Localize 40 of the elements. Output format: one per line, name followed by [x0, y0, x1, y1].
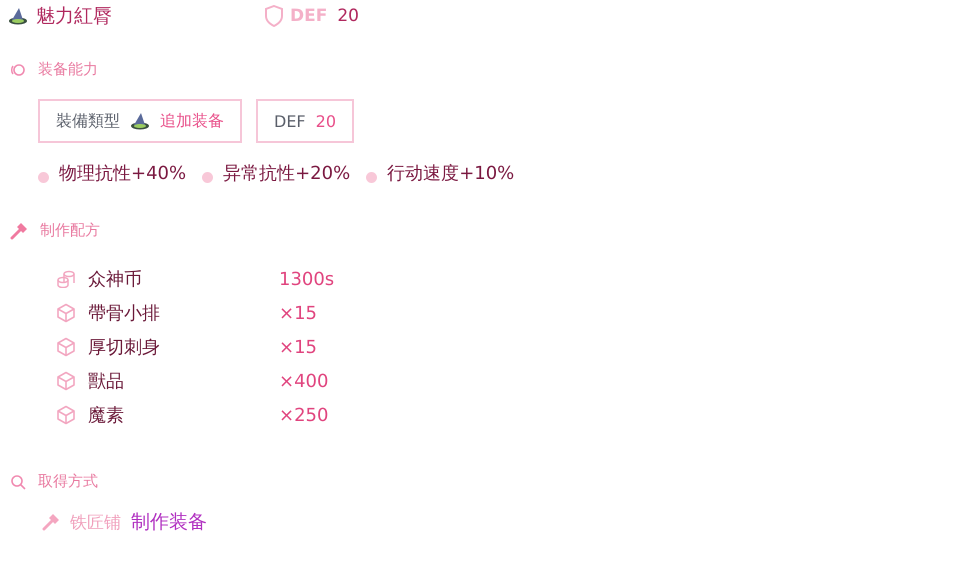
bullet-dot — [202, 172, 214, 183]
type-label: 裝備類型 — [56, 110, 120, 132]
material-name: 众神币 — [88, 268, 143, 291]
hat-icon — [130, 112, 150, 130]
material-amount: 1300s — [279, 268, 334, 290]
material-amount: ×400 — [279, 370, 328, 392]
hammer-icon — [42, 513, 60, 531]
cube-icon — [56, 303, 76, 323]
effect-text: 异常抗性+20% — [223, 162, 350, 185]
section-title: 取得方式 — [38, 472, 98, 491]
bullet-dot — [38, 172, 49, 183]
material-name: 獸品 — [88, 370, 125, 393]
hat-icon — [8, 7, 28, 25]
material-name: 厚切刺身 — [88, 336, 161, 359]
material-amount: ×15 — [279, 302, 317, 324]
coins-icon — [56, 270, 76, 288]
stat-value: 20 — [337, 6, 359, 26]
material-name: 帶骨小排 — [88, 302, 161, 325]
cube-icon — [56, 405, 76, 425]
bullet-dot — [366, 172, 378, 183]
effect-text: 物理抗性+40% — [59, 162, 186, 185]
material-amount: ×15 — [279, 336, 317, 358]
material-name: 魔素 — [88, 404, 125, 427]
shield-icon — [264, 5, 284, 27]
effect-text: 行动速度+10% — [387, 162, 514, 185]
search-icon — [10, 474, 26, 490]
type-value: 追加装备 — [160, 110, 224, 132]
section-title: 制作配方 — [40, 221, 100, 240]
cube-icon — [56, 337, 76, 357]
hammer-icon — [10, 222, 28, 240]
source-name: 铁匠铺 — [70, 512, 121, 534]
material-amount: ×250 — [279, 404, 328, 426]
method-link[interactable]: 制作装备 — [131, 509, 207, 535]
item-name: 魅力紅脣 — [36, 4, 113, 29]
stat-label: DEF — [274, 112, 306, 130]
stat-value: 20 — [316, 112, 336, 130]
cube-icon — [56, 371, 76, 391]
section-title: 装备能力 — [38, 60, 98, 79]
ring-icon — [10, 62, 26, 76]
stat-label: DEF — [290, 6, 328, 26]
